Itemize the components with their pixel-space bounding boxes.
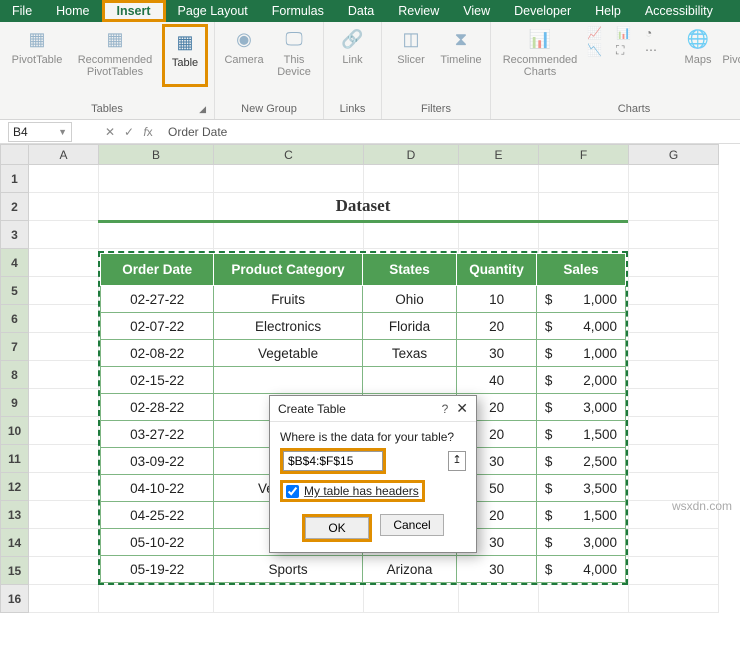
row-header-7[interactable]: 7 <box>1 333 29 361</box>
watermark: wsxdn.com <box>672 499 732 513</box>
fx-icon[interactable]: fx <box>140 125 156 139</box>
this-device-button[interactable]: 🖵ThisDevice <box>271 24 317 81</box>
create-table-dialog: Create Table ? ✕ Where is the data for y… <box>269 395 477 553</box>
headers-checkbox[interactable] <box>286 485 299 498</box>
close-icon[interactable]: ✕ <box>456 400 468 417</box>
menu-tab-home[interactable]: Home <box>44 0 101 22</box>
timeline-button[interactable]: ⧗Timeline <box>438 24 484 81</box>
menu-tab-insert[interactable]: Insert <box>102 0 166 22</box>
row-header-4[interactable]: 4 <box>1 249 29 277</box>
row-header-9[interactable]: 9 <box>1 389 29 417</box>
menu-tab-developer[interactable]: Developer <box>502 0 583 22</box>
group-label-tables: Tables◢ <box>6 101 208 119</box>
recommended-pivottables-button[interactable]: ▦RecommendedPivotTables <box>72 24 158 81</box>
range-input[interactable] <box>283 451 383 471</box>
menu-tab-review[interactable]: Review <box>386 0 451 22</box>
row-header-15[interactable]: 15 <box>1 557 29 585</box>
headers-checkbox-label[interactable]: My table has headers <box>304 484 419 498</box>
help-icon[interactable]: ? <box>442 402 449 416</box>
col-header-F[interactable]: F <box>539 145 629 165</box>
col-header-E[interactable]: E <box>459 145 539 165</box>
row-header-14[interactable]: 14 <box>1 529 29 557</box>
recommended-charts-button[interactable]: 📊RecommendedCharts <box>497 24 583 81</box>
chart-type-grid[interactable]: 📈📊◔ 📉⛶⋯ <box>587 26 671 58</box>
pivottable-button[interactable]: ▦PivotTable <box>6 24 68 81</box>
row-header-6[interactable]: 6 <box>1 305 29 333</box>
header-order-date: Order Date <box>101 254 214 286</box>
row-header-8[interactable]: 8 <box>1 361 29 389</box>
slicer-button[interactable]: ◫Slicer <box>388 24 434 81</box>
row-header-2[interactable]: 2 <box>1 193 29 221</box>
pivotchart-button[interactable]: ▥PivotChart <box>725 24 740 81</box>
menu-tab-accessibility[interactable]: Accessibility <box>633 0 725 22</box>
menu-tab-file[interactable]: File <box>0 0 44 22</box>
ribbon: ▦PivotTable ▦RecommendedPivotTables ▦Tab… <box>0 22 740 120</box>
col-header-B[interactable]: B <box>99 145 214 165</box>
confirm-entry-icon[interactable]: ✓ <box>121 125 137 139</box>
header-states: States <box>362 254 456 286</box>
cancel-button[interactable]: Cancel <box>380 514 444 536</box>
cancel-entry-icon[interactable]: ✕ <box>102 125 118 139</box>
col-header-D[interactable]: D <box>364 145 459 165</box>
menu-tab-view[interactable]: View <box>451 0 502 22</box>
collapse-dialog-icon[interactable]: ↥ <box>448 451 466 471</box>
table-row[interactable]: 05-19-22SportsArizona30$4,000 <box>101 556 626 583</box>
ok-button[interactable]: OK <box>305 517 369 539</box>
row-header-3[interactable]: 3 <box>1 221 29 249</box>
formula-bar: B4▼ ✕✓fx Order Date <box>0 120 740 144</box>
group-label-filters: Filters <box>388 101 484 119</box>
row-header-10[interactable]: 10 <box>1 417 29 445</box>
dialog-title: Create Table <box>278 402 442 416</box>
menu-bar: FileHomeInsertPage LayoutFormulasDataRev… <box>0 0 740 22</box>
row-header-11[interactable]: 11 <box>1 445 29 473</box>
menu-tab-page-layout[interactable]: Page Layout <box>166 0 260 22</box>
row-header-13[interactable]: 13 <box>1 501 29 529</box>
row-header-12[interactable]: 12 <box>1 473 29 501</box>
group-label-newgroup: New Group <box>221 101 317 119</box>
dataset-title: Dataset <box>98 192 628 223</box>
dialog-prompt: Where is the data for your table? <box>280 430 466 444</box>
maps-button[interactable]: 🌐Maps <box>675 24 721 81</box>
table-row[interactable]: 02-07-22ElectronicsFlorida20$4,000 <box>101 313 626 340</box>
col-header-G[interactable]: G <box>629 145 719 165</box>
name-box[interactable]: B4▼ <box>8 122 72 142</box>
table-button[interactable]: ▦Table <box>162 24 208 87</box>
header-quantity: Quantity <box>457 254 537 286</box>
header-product-category: Product Category <box>214 254 362 286</box>
formula-input[interactable]: Order Date <box>162 125 740 139</box>
menu-tab-formulas[interactable]: Formulas <box>260 0 336 22</box>
link-button[interactable]: 🔗Link <box>330 24 375 81</box>
row-header-16[interactable]: 16 <box>1 585 29 613</box>
row-header-5[interactable]: 5 <box>1 277 29 305</box>
camera-button[interactable]: ◉Camera <box>221 24 267 81</box>
header-sales: Sales <box>536 254 625 286</box>
group-label-charts: Charts◢ <box>497 101 740 119</box>
table-row[interactable]: 02-08-22VegetableTexas30$1,000 <box>101 340 626 367</box>
table-row[interactable]: 02-15-2240$2,000 <box>101 367 626 394</box>
menu-tab-data[interactable]: Data <box>336 0 386 22</box>
col-header-C[interactable]: C <box>214 145 364 165</box>
group-label-links: Links <box>330 101 375 119</box>
row-header-1[interactable]: 1 <box>1 165 29 193</box>
col-header-A[interactable]: A <box>29 145 99 165</box>
menu-tab-help[interactable]: Help <box>583 0 633 22</box>
table-row[interactable]: 02-27-22FruitsOhio10$1,000 <box>101 286 626 313</box>
